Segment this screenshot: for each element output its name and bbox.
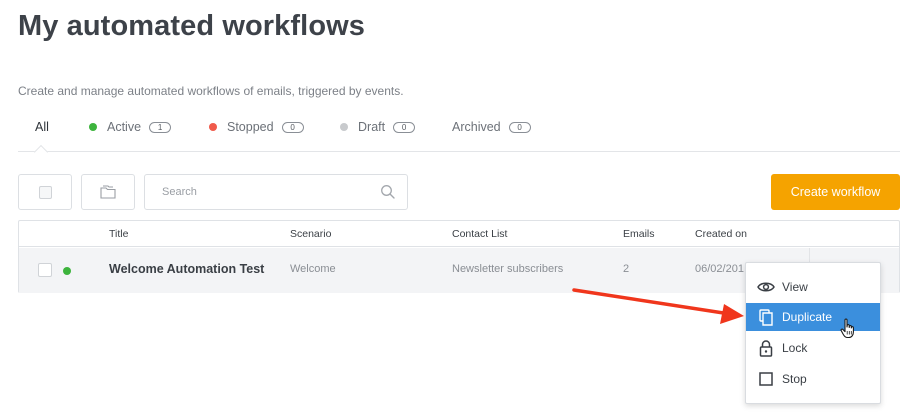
row-status-dot <box>63 267 71 275</box>
menu-item-lock[interactable]: Lock <box>746 334 880 362</box>
select-all-button[interactable] <box>18 174 72 210</box>
tab-all-label: All <box>35 120 49 134</box>
tab-active-label: Active <box>107 120 142 134</box>
tab-active-count: 1 <box>149 122 172 133</box>
column-header-title[interactable]: Title <box>109 228 128 240</box>
column-header-contact-list[interactable]: Contact List <box>452 228 507 240</box>
column-header-scenario[interactable]: Scenario <box>290 228 331 240</box>
move-to-folder-button[interactable] <box>81 174 135 210</box>
tab-stopped-label: Stopped <box>227 120 274 134</box>
lock-icon <box>757 339 775 357</box>
hand-cursor-icon <box>840 318 854 339</box>
tab-draft-count: 0 <box>393 122 416 133</box>
eye-icon <box>757 278 775 296</box>
search-field[interactable] <box>144 174 408 210</box>
tab-archived[interactable]: Archived 0 <box>452 120 531 152</box>
page-title: My automated workflows <box>18 10 366 42</box>
menu-item-lock-label: Lock <box>782 341 808 355</box>
annotation-arrow <box>572 288 744 324</box>
row-actions-menu: View Duplicate Lock Stop <box>745 262 881 404</box>
menu-item-stop[interactable]: Stop <box>746 365 880 393</box>
draft-status-dot <box>340 123 348 131</box>
menu-item-duplicate[interactable]: Duplicate <box>746 303 880 331</box>
tab-active[interactable]: Active 1 <box>89 120 172 152</box>
row-contact-list: Newsletter subscribers <box>452 263 564 275</box>
tab-archived-count: 0 <box>508 122 531 133</box>
workflows-page: My automated workflows Create and manage… <box>0 0 917 414</box>
create-workflow-button[interactable]: Create workflow <box>771 174 900 210</box>
row-created-on: 06/02/201 <box>695 263 744 275</box>
folder-icon <box>100 185 116 199</box>
copy-icon <box>757 308 775 326</box>
tab-archived-label: Archived <box>452 120 501 134</box>
table-header: Title Scenario Contact List Emails Creat… <box>19 221 899 247</box>
tab-draft[interactable]: Draft 0 <box>340 120 416 152</box>
menu-item-view-label: View <box>782 280 808 294</box>
select-all-checkbox[interactable] <box>38 185 52 199</box>
tab-draft-label: Draft <box>358 120 386 134</box>
column-header-created-on[interactable]: Created on <box>695 228 747 240</box>
menu-item-duplicate-label: Duplicate <box>782 310 833 324</box>
tab-stopped-count: 0 <box>281 122 304 133</box>
row-checkbox[interactable] <box>38 263 52 277</box>
status-tabs: All Active 1 Stopped 0 Draft 0 Archived … <box>18 120 900 160</box>
active-status-dot <box>89 123 97 131</box>
stopped-status-dot <box>209 123 217 131</box>
row-emails: 2 <box>623 263 630 275</box>
page-subtitle: Create and manage automated workflows of… <box>18 84 404 98</box>
square-icon <box>757 370 775 388</box>
menu-item-view[interactable]: View <box>746 273 880 301</box>
search-icon[interactable] <box>380 184 396 200</box>
tab-stopped[interactable]: Stopped 0 <box>209 120 304 152</box>
row-title[interactable]: Welcome Automation Test <box>109 262 264 276</box>
menu-item-stop-label: Stop <box>782 372 807 386</box>
row-scenario: Welcome <box>290 263 336 275</box>
search-input[interactable] <box>162 184 372 200</box>
column-header-emails[interactable]: Emails <box>623 228 655 240</box>
